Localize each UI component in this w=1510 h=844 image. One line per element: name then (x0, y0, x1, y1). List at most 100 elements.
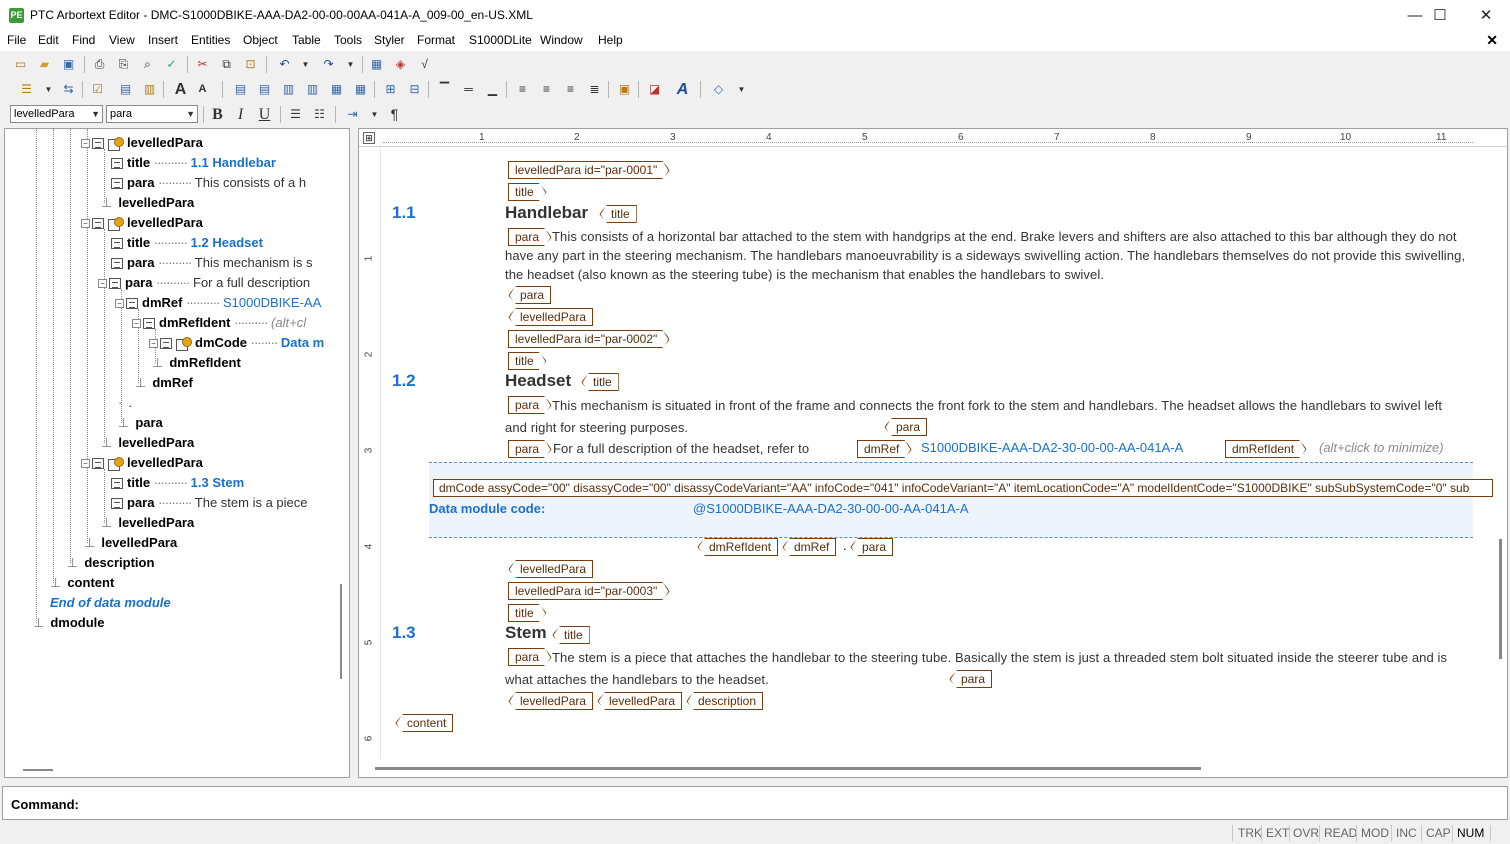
tag-title-end[interactable]: title (552, 626, 590, 644)
tag-dmref-start[interactable]: dmRef (857, 440, 912, 458)
menu-insert[interactable]: Insert (148, 33, 178, 47)
document-close-icon[interactable]: ✕ (1486, 32, 1498, 49)
tree-node-levelledpara-3[interactable]: − levelledPara (81, 453, 203, 473)
tag-para-end[interactable]: para (850, 538, 894, 556)
tree-node-title-3[interactable]: title ·········· 1.3 Stem (111, 473, 244, 493)
tag-title-end[interactable]: title (581, 373, 619, 391)
tree-node-para-2[interactable]: para ·········· This mechanism is s (111, 253, 329, 273)
pilcrow-button[interactable]: ¶ (386, 106, 403, 123)
command-bar[interactable]: Command: (2, 786, 1508, 820)
table-icon[interactable]: ▦ (368, 56, 385, 73)
tag-dmref-end[interactable]: dmRef (782, 538, 837, 556)
tag-content-end[interactable]: content (395, 714, 454, 732)
tag-levelledpara-end[interactable]: levelledPara (597, 692, 683, 710)
close-button[interactable]: ✕ (1463, 0, 1509, 31)
save-icon[interactable]: ▣ (60, 56, 77, 73)
edit-attributes-icon[interactable]: ▤ (117, 81, 134, 98)
insert-column-left-icon[interactable]: ▥ (280, 81, 297, 98)
tree-node-levelledpara-end-1[interactable]: ⊥ levelledPara (101, 193, 194, 213)
insert-column-right-icon[interactable]: ▥ (304, 81, 321, 98)
tree-vertical-scrollbar[interactable] (340, 584, 342, 679)
align-left-icon[interactable]: ≡ (514, 81, 531, 98)
tag-levelledpara-end[interactable]: levelledPara (508, 308, 594, 326)
tree-node-dmrefident-end[interactable]: ⊥ dmRefIdent (152, 353, 241, 373)
cell-properties-icon[interactable]: ◪ (646, 81, 663, 98)
paste-icon[interactable]: ⊡ (242, 56, 259, 73)
tag-levelledpara-start[interactable]: levelledPara id="par-0002" (508, 330, 670, 348)
split-cell-icon[interactable]: ⊞ (382, 81, 399, 98)
italic-button[interactable]: I (232, 106, 249, 123)
modify-attributes-icon[interactable]: ▥ (141, 81, 158, 98)
new-document-icon[interactable]: ▭ (12, 56, 29, 73)
tree-node-dmref[interactable]: − dmRef ·········· S1000DBIKE-AA (115, 293, 329, 313)
tag-dmcode-start[interactable]: dmCode assyCode="00" disassyCode="00" di… (433, 479, 1493, 497)
copy-icon[interactable]: ⧉ (218, 56, 235, 73)
tag-title-start[interactable]: title (508, 604, 547, 622)
check-completeness-icon[interactable]: ☑ (89, 81, 106, 98)
menu-tools[interactable]: Tools (334, 33, 362, 47)
fill-color-icon[interactable]: ◇ (710, 81, 727, 98)
indent-dropdown-icon[interactable]: ▼ (366, 106, 383, 123)
indent-icon[interactable]: ⇥ (344, 106, 361, 123)
tag-levelledpara-end[interactable]: levelledPara (508, 560, 594, 578)
decrease-font-icon[interactable]: A (194, 81, 211, 98)
maximize-button[interactable]: ☐ (1417, 0, 1463, 31)
open-folder-icon[interactable]: ▰ (36, 56, 53, 73)
bulleted-list-icon[interactable]: ☷ (311, 106, 328, 123)
element-combo[interactable]: levelledPara ▼ (10, 105, 103, 123)
tag-levelledpara-end[interactable]: levelledPara (508, 692, 594, 710)
cut-icon[interactable]: ✂ (194, 56, 211, 73)
tag-dmrefident-start[interactable]: dmRefIdent (1225, 440, 1307, 458)
redo-icon[interactable]: ↷ (320, 56, 337, 73)
tree-node-levelledpara-2[interactable]: − levelledPara (81, 213, 203, 233)
tag-title-start[interactable]: title (508, 352, 547, 370)
pane-splitter[interactable] (351, 128, 357, 778)
menu-window[interactable]: Window (540, 33, 583, 47)
spell-check-icon[interactable]: ✓ (163, 56, 180, 73)
tree-node-title-1[interactable]: title ·········· 1.1 Handlebar (111, 153, 276, 173)
underline-button[interactable]: U (256, 106, 273, 123)
tree-node-levelledpara-1[interactable]: − levelledPara (81, 133, 203, 153)
increase-font-icon[interactable]: A (172, 81, 189, 98)
bold-button[interactable]: B (209, 106, 226, 123)
tree-node-dmodule-end[interactable]: ⊥ dmodule (33, 613, 105, 633)
graphic-icon[interactable]: ◈ (392, 56, 409, 73)
redo-dropdown-icon[interactable]: ▼ (342, 56, 359, 73)
font-style-icon[interactable]: A (674, 81, 691, 98)
menu-file[interactable]: File (7, 33, 26, 47)
tree-node-dmrefident[interactable]: − dmRefIdent ·········· (alt+cl (132, 313, 329, 333)
align-right-icon[interactable]: ≡ (562, 81, 579, 98)
tag-levelledpara-start[interactable]: levelledPara id="par-0003" (508, 582, 670, 600)
delete-row-icon[interactable]: ▦ (328, 81, 345, 98)
tree-node-para-3[interactable]: − para ·········· For a full description (98, 273, 329, 293)
dm-ref-link[interactable]: S1000DBIKE-AAA-DA2-30-00-00-AA-041A-A (921, 440, 1183, 455)
dmcode-value[interactable]: @S1000DBIKE-AAA-DA2-30-00-00-AA-041A-A (693, 501, 969, 516)
menu-view[interactable]: View (109, 33, 135, 47)
tree-node-title-2[interactable]: title ·········· 1.2 Headset (111, 233, 263, 253)
tree-horizontal-scrollbar[interactable] (23, 769, 53, 771)
section-title[interactable]: Headset (505, 371, 571, 391)
align-bottom-icon[interactable]: ▁ (484, 81, 501, 98)
tag-dmrefident-end[interactable]: dmRefIdent (697, 538, 779, 556)
undo-dropdown-icon[interactable]: ▼ (297, 56, 314, 73)
paragraph[interactable]: For a full description of the headset, r… (553, 439, 809, 458)
paragraph[interactable]: This consists of a horizontal bar attach… (505, 227, 1477, 284)
join-cells-icon[interactable]: ⊟ (406, 81, 423, 98)
insert-markup-icon[interactable]: ☰ (18, 81, 35, 98)
insert-row-above-icon[interactable]: ▤ (232, 81, 249, 98)
tag-levelledpara-start[interactable]: levelledPara id="par-0001" (508, 161, 670, 179)
section-title[interactable]: Handlebar (505, 203, 588, 223)
menu-format[interactable]: Format (417, 33, 455, 47)
tree-node-dmcode[interactable]: − dmCode ········ Data m (149, 333, 329, 353)
document-vertical-scrollbar[interactable] (1499, 539, 1502, 659)
print-icon[interactable]: ⎙ (91, 56, 108, 73)
tree-node-para-end[interactable]: ⊥ para (118, 413, 163, 433)
tree-node-levelledpara-end-4[interactable]: ⊥ levelledPara (84, 533, 177, 553)
tag-para-end[interactable]: para (949, 670, 993, 688)
delete-column-icon[interactable]: ▦ (352, 81, 369, 98)
tree-node-dot[interactable]: ·. (118, 393, 132, 413)
tree-node-levelledpara-end-3[interactable]: ⊥ levelledPara (101, 513, 194, 533)
tree-node-content-end[interactable]: ⊥ content (50, 573, 114, 593)
print-preview-icon[interactable]: ⎘ (115, 56, 132, 73)
tag-title-start[interactable]: title (508, 183, 547, 201)
